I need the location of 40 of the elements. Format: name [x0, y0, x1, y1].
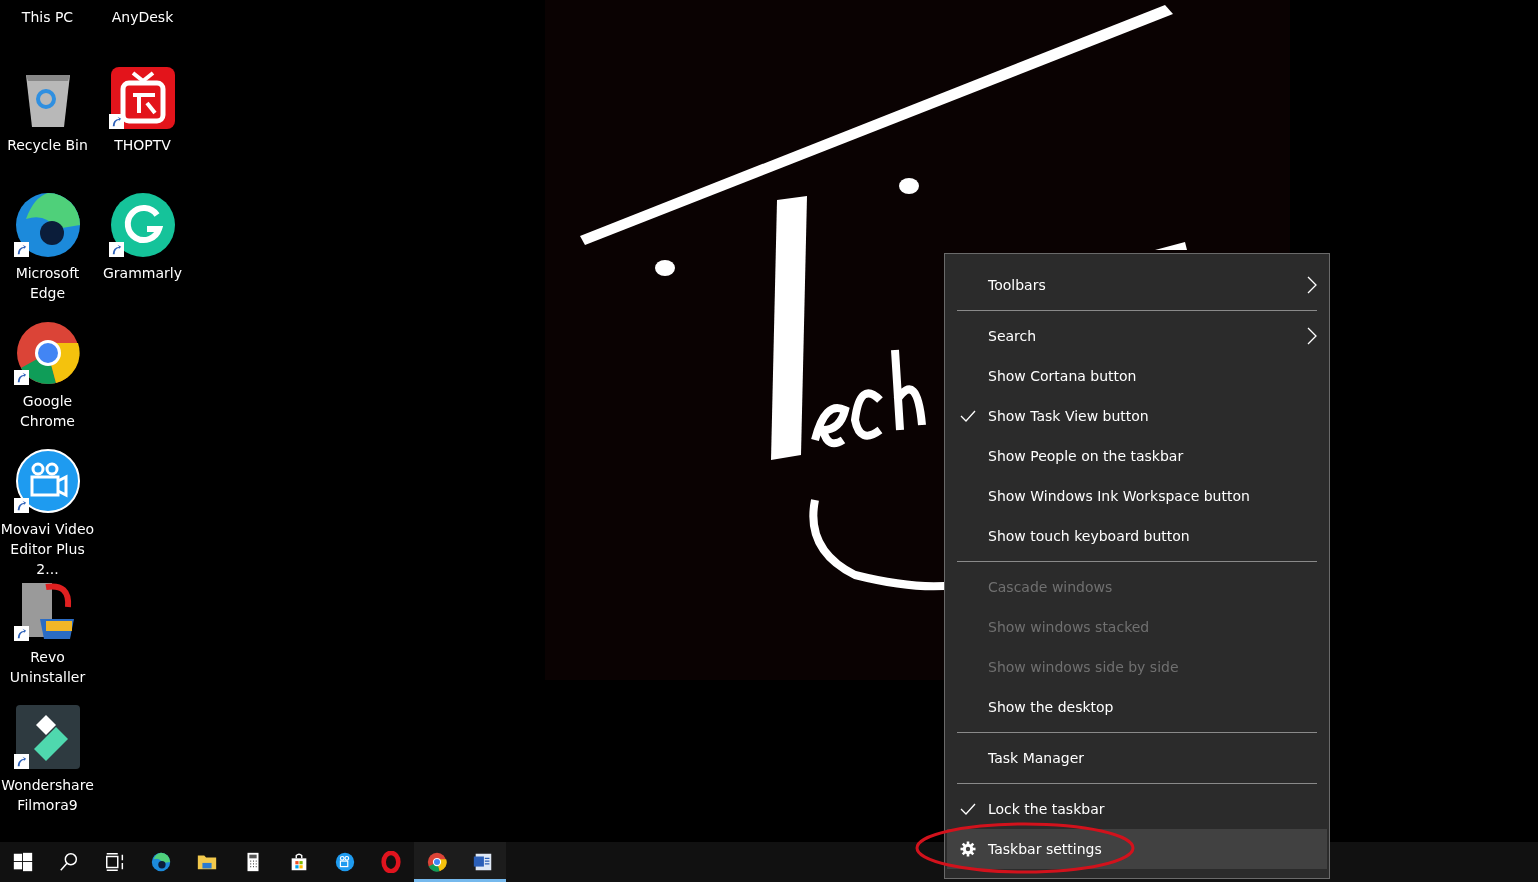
- icon-label[interactable]: Grammarly: [95, 263, 190, 283]
- task-view-icon: [104, 851, 126, 873]
- menu-item[interactable]: Task Manager: [947, 738, 1327, 778]
- taskbar-button[interactable]: [460, 842, 506, 882]
- icon-label[interactable]: This PC: [0, 7, 95, 27]
- diamond-logo-icon[interactable]: [15, 705, 80, 769]
- swirl-logo-icon: [150, 851, 172, 873]
- letter-g-icon[interactable]: [110, 193, 175, 257]
- icon-label[interactable]: Microsoft Edge: [0, 263, 95, 303]
- windows-logo-icon: [12, 851, 34, 873]
- menu-item[interactable]: Show Task View button: [947, 396, 1327, 436]
- movie-camera-icon[interactable]: [15, 449, 80, 513]
- icon-label[interactable]: Wondershare Filmora9: [0, 775, 95, 815]
- chevron-right-icon: [1307, 276, 1317, 294]
- search-icon: [58, 851, 80, 873]
- icon-label[interactable]: Movavi Video Editor Plus 2...: [0, 519, 95, 579]
- menu-item[interactable]: Search: [947, 316, 1327, 356]
- menu-item[interactable]: Toolbars: [947, 265, 1327, 305]
- movie-camera-icon: [334, 851, 356, 873]
- menu-item[interactable]: Taskbar settings: [947, 829, 1327, 869]
- settings-icon: [960, 841, 976, 857]
- icon-label[interactable]: Revo Uninstaller: [0, 647, 95, 687]
- menu-item[interactable]: Show Windows Ink Workspace button: [947, 476, 1327, 516]
- menu-item[interactable]: Show touch keyboard button: [947, 516, 1327, 556]
- icon-label[interactable]: Google Chrome: [0, 391, 95, 431]
- tv-logo-icon[interactable]: [110, 65, 175, 129]
- menu-item[interactable]: Lock the taskbar: [947, 789, 1327, 829]
- icon-label[interactable]: AnyDesk: [95, 7, 190, 27]
- icon-label[interactable]: THOPTV: [95, 135, 190, 155]
- document-icon: [472, 851, 494, 873]
- chrome-icon: [426, 851, 448, 873]
- menu-item[interactable]: Show the desktop: [947, 687, 1327, 727]
- swirl-logo-icon[interactable]: [15, 193, 80, 257]
- menu-item[interactable]: Show People on the taskbar: [947, 436, 1327, 476]
- letter-o-icon: [380, 851, 402, 873]
- chevron-right-icon: [1307, 327, 1317, 345]
- chrome-icon[interactable]: [15, 321, 80, 385]
- menu-item[interactable]: Show Cortana button: [947, 356, 1327, 396]
- taskbar-button[interactable]: [414, 842, 460, 882]
- icon-label[interactable]: Recycle Bin: [0, 135, 95, 155]
